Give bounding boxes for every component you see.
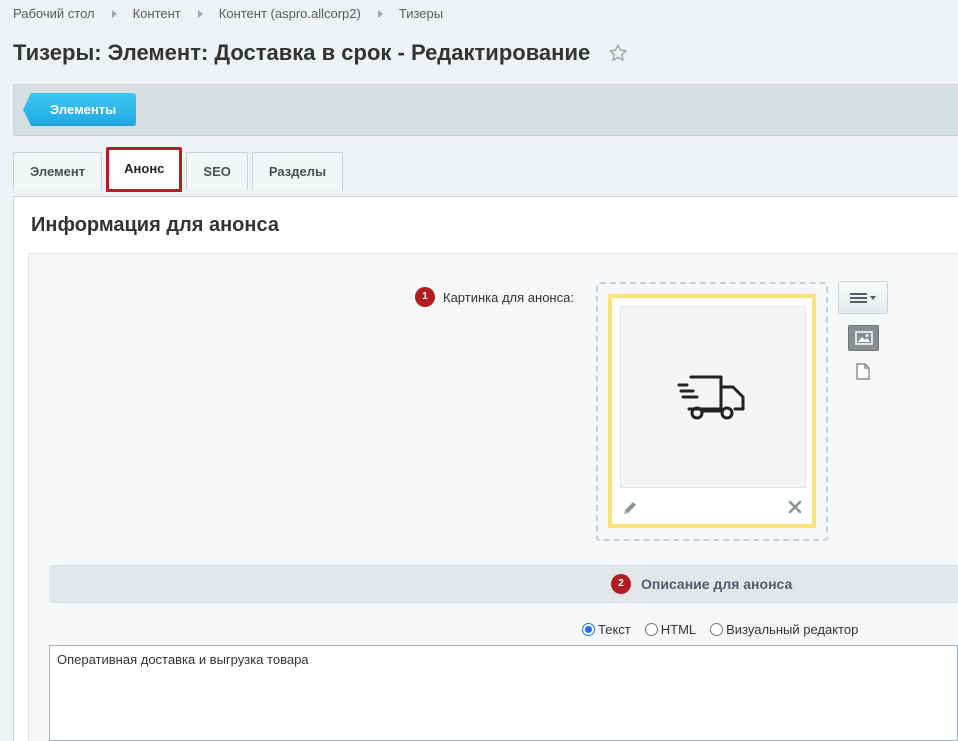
page-title-row: Тизеры: Элемент: Доставка в срок - Редак… — [13, 40, 628, 66]
tab-element[interactable]: Элемент — [13, 152, 103, 190]
image-preview — [620, 306, 806, 488]
tab-sections[interactable]: Разделы — [251, 152, 344, 190]
breadcrumb-arrow-icon — [111, 9, 117, 18]
breadcrumb-item-content[interactable]: Контент — [133, 6, 181, 21]
step-badge: 2 — [611, 574, 631, 594]
hamburger-menu-icon — [850, 292, 876, 303]
description-section-header: 2 Описание для анонса — [49, 565, 958, 603]
step-badge: 1 — [415, 287, 435, 307]
breadcrumb-item-teasers[interactable]: Тизеры — [399, 6, 443, 21]
delete-close-icon[interactable] — [788, 500, 802, 514]
breadcrumb: Рабочий стол Контент Контент (aspro.allc… — [13, 6, 443, 21]
tab-announce[interactable]: Анонс — [106, 147, 183, 192]
menu-dropdown-button[interactable] — [838, 281, 888, 314]
radio-button[interactable] — [644, 623, 658, 636]
radio-option-visual-editor[interactable]: Визуальный редактор — [710, 622, 858, 637]
preview-picture-label: 1 Картинка для анонса: — [415, 287, 574, 307]
radio-label: Текст — [598, 622, 631, 637]
breadcrumb-arrow-icon — [197, 9, 203, 18]
tab-seo[interactable]: SEO — [186, 152, 248, 190]
elements-back-button[interactable]: Элементы — [23, 93, 137, 126]
preview-picture-label-text: Картинка для анонса: — [443, 289, 574, 305]
image-mode-button[interactable] — [848, 325, 879, 351]
radio-button[interactable] — [582, 623, 595, 636]
page-title: Тизеры: Элемент: Доставка в срок - Редак… — [13, 40, 591, 65]
favorite-star-icon[interactable] — [608, 43, 628, 63]
description-title: 2 Описание для анонса — [611, 574, 792, 594]
description-mode-radios: Текст HTML Визуальный редактор — [582, 622, 872, 637]
toolbar: Элементы — [13, 84, 958, 136]
radio-option-text[interactable]: Текст — [582, 622, 631, 637]
image-icon — [854, 331, 873, 345]
radio-option-html[interactable]: HTML — [644, 622, 697, 637]
breadcrumb-item-content-allcorp2[interactable]: Контент (aspro.allcorp2) — [219, 6, 361, 21]
tabs: Элемент Анонс SEO Разделы — [13, 147, 347, 192]
delivery-truck-icon — [677, 375, 745, 420]
breadcrumb-item-desktop[interactable]: Рабочий стол — [13, 6, 95, 21]
radio-button[interactable] — [710, 623, 724, 636]
edit-pencil-icon[interactable] — [622, 500, 638, 516]
section-title: Информация для анонса — [31, 214, 279, 236]
description-textarea[interactable]: Оперативная доставка и выгрузка товара — [49, 645, 958, 741]
description-title-text: Описание для анонса — [641, 576, 793, 592]
image-preview-card[interactable] — [608, 294, 816, 528]
file-icon[interactable] — [856, 363, 870, 380]
radio-label: Визуальный редактор — [726, 622, 859, 637]
breadcrumb-arrow-icon — [377, 9, 383, 18]
radio-label: HTML — [660, 622, 697, 637]
